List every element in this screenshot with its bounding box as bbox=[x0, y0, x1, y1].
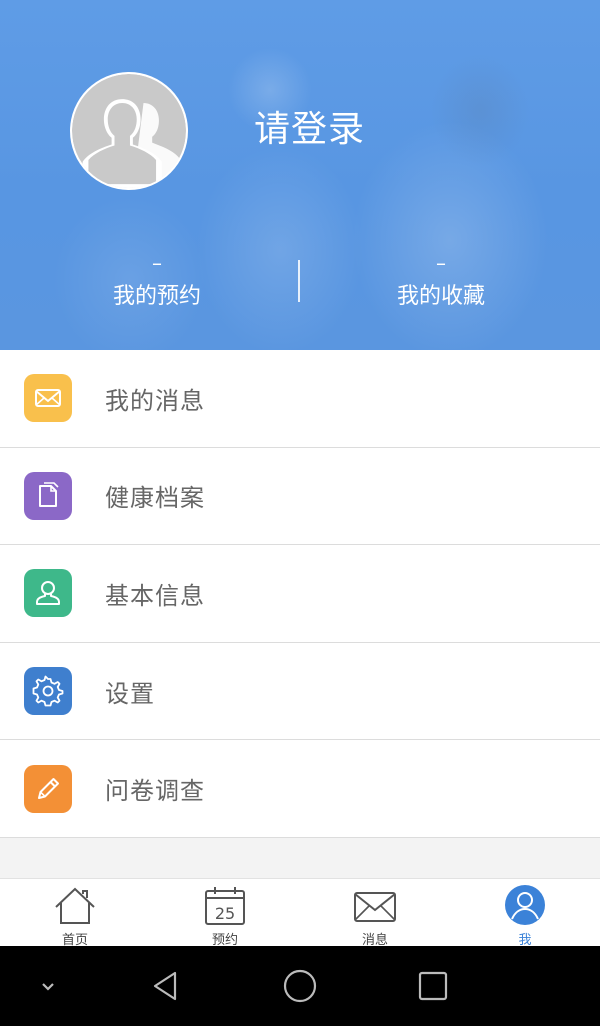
tab-messages[interactable]: 消息 bbox=[300, 879, 450, 948]
menu-item-my-messages[interactable]: 我的消息 bbox=[0, 350, 600, 448]
favorites-count: – bbox=[436, 251, 446, 275]
my-favorites-stat[interactable]: – 我的收藏 bbox=[341, 250, 541, 312]
login-prompt[interactable]: 请登录 bbox=[254, 100, 365, 152]
back-triangle-icon[interactable] bbox=[148, 968, 184, 1004]
menu-item-survey[interactable]: 问卷调查 bbox=[0, 740, 600, 838]
profile-icon bbox=[502, 885, 548, 927]
my-appointments-stat[interactable]: – 我的预约 bbox=[57, 250, 257, 312]
menu-item-settings[interactable]: 设置 bbox=[0, 643, 600, 741]
recents-square-icon[interactable] bbox=[415, 968, 451, 1004]
default-avatar-icon bbox=[72, 74, 186, 188]
bottom-tab-bar: 首页 25 预约 消息 我 bbox=[0, 878, 600, 948]
document-icon bbox=[24, 471, 72, 520]
gear-icon bbox=[24, 667, 72, 716]
menu-item-health-records[interactable]: 健康档案 bbox=[0, 448, 600, 546]
menu-item-basic-info[interactable]: 基本信息 bbox=[0, 545, 600, 643]
menu-item-label: 问卷调查 bbox=[105, 777, 205, 806]
home-circle-icon[interactable] bbox=[282, 968, 318, 1004]
favorites-label: 我的收藏 bbox=[396, 284, 485, 309]
tab-home[interactable]: 首页 bbox=[0, 879, 150, 948]
profile-menu: 我的消息 健康档案 基本信息 设置 问卷调查 bbox=[0, 350, 600, 838]
tab-me[interactable]: 我 bbox=[450, 879, 600, 948]
profile-header: 请登录 – 我的预约 – 我的收藏 bbox=[0, 0, 600, 350]
menu-item-label: 我的消息 bbox=[105, 386, 205, 415]
calendar-day: 25 bbox=[215, 904, 235, 923]
calendar-icon: 25 bbox=[202, 885, 248, 927]
stats-divider bbox=[298, 260, 300, 302]
tab-appointments[interactable]: 25 预约 bbox=[150, 879, 300, 948]
envelope-icon bbox=[24, 374, 72, 423]
envelope-icon bbox=[352, 885, 398, 927]
appointments-count: – bbox=[152, 251, 162, 275]
menu-item-label: 健康档案 bbox=[105, 484, 205, 513]
chevron-down-icon[interactable] bbox=[30, 968, 66, 1004]
home-icon bbox=[52, 885, 98, 927]
android-navigation-bar bbox=[0, 946, 600, 1026]
appointments-label: 我的预约 bbox=[112, 284, 201, 309]
avatar[interactable] bbox=[70, 72, 188, 190]
person-icon bbox=[24, 569, 72, 618]
menu-item-label: 设置 bbox=[105, 679, 155, 708]
pencil-icon bbox=[24, 764, 72, 813]
menu-item-label: 基本信息 bbox=[105, 581, 205, 610]
